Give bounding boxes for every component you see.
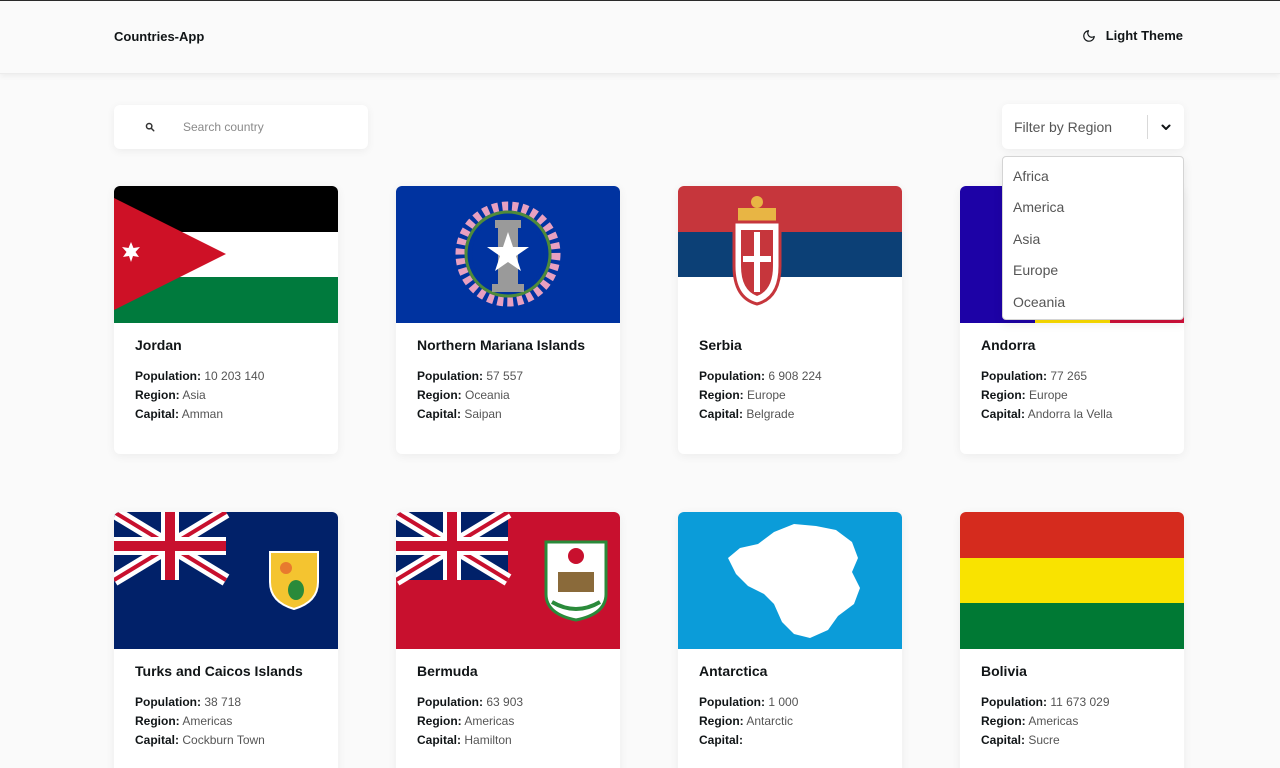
country-population: Population: 10 203 140: [135, 369, 265, 383]
moon-icon: [1082, 29, 1096, 43]
region-option-oceania[interactable]: Oceania: [1003, 292, 1183, 323]
bermuda-flag: [396, 512, 620, 649]
country-region: Region: Europe: [699, 388, 786, 402]
country-name: Northern Mariana Islands: [417, 337, 586, 353]
search-input[interactable]: [183, 120, 353, 134]
country-capital: Capital: Hamilton: [417, 733, 512, 747]
country-card[interactable]: Bermuda Population: 63 903 Region: Ameri…: [396, 512, 620, 768]
country-population: Population: 38 718: [135, 695, 242, 709]
country-region: Region: Americas: [417, 714, 515, 728]
country-population: Population: 63 903: [417, 695, 524, 709]
region-option-africa[interactable]: Africa: [1003, 166, 1183, 197]
country-population: Population: 6 908 224: [699, 369, 822, 383]
country-region: Region: Americas: [135, 714, 233, 728]
country-card[interactable]: Northern Mariana Islands Population: 57 …: [396, 186, 620, 454]
country-card[interactable]: Bolivia Population: 11 673 029 Region: A…: [960, 512, 1184, 768]
country-capital: Capital: Belgrade: [699, 407, 795, 421]
search-icon: [142, 119, 158, 135]
country-card[interactable]: Antarctica Population: 1 000 Region: Ant…: [678, 512, 902, 768]
country-region: Region: Antarctic: [699, 714, 794, 728]
country-capital: Capital: Andorra la Vella: [981, 407, 1113, 421]
app-header: Countries-App Light Theme: [0, 1, 1280, 74]
search-box: [114, 105, 368, 149]
northern-mariana-islands-flag: [396, 186, 620, 323]
country-region: Region: Asia: [135, 388, 206, 402]
country-name: Bolivia: [981, 663, 1027, 679]
country-card[interactable]: Jordan Population: 10 203 140 Region: As…: [114, 186, 338, 454]
region-dropdown-menu: Africa America Asia Europe Oceania: [1002, 156, 1184, 320]
region-option-europe[interactable]: Europe: [1003, 260, 1183, 291]
chevron-down-icon: [1148, 121, 1184, 133]
country-population: Population: 57 557: [417, 369, 524, 383]
country-name: Serbia: [699, 337, 742, 353]
region-filter-select[interactable]: Filter by Region: [1002, 104, 1184, 149]
country-card[interactable]: Serbia Population: 6 908 224 Region: Eur…: [678, 186, 902, 454]
country-name: Jordan: [135, 337, 182, 353]
region-option-asia[interactable]: Asia: [1003, 229, 1183, 260]
country-card[interactable]: Turks and Caicos Islands Population: 38 …: [114, 512, 338, 768]
antarctica-flag: [678, 512, 902, 649]
country-name: Bermuda: [417, 663, 478, 679]
country-region: Region: Oceania: [417, 388, 510, 402]
jordan-flag: [114, 186, 338, 323]
bolivia-flag: [960, 512, 1184, 649]
theme-toggle-label: Light Theme: [1105, 28, 1183, 43]
country-region: Region: Americas: [981, 714, 1079, 728]
country-population: Population: 77 265: [981, 369, 1088, 383]
country-capital: Capital: Amman: [135, 407, 224, 421]
region-filter-label: Filter by Region: [1014, 118, 1113, 135]
app-title[interactable]: Countries-App: [114, 29, 204, 44]
country-capital: Capital:: [699, 733, 744, 747]
country-population: Population: 11 673 029: [981, 695, 1110, 709]
country-population: Population: 1 000: [699, 695, 799, 709]
country-name: Antarctica: [699, 663, 768, 679]
country-name: Turks and Caicos Islands: [135, 663, 303, 679]
serbia-flag: [678, 186, 902, 323]
turks-and-caicos-flag: [114, 512, 338, 649]
country-name: Andorra: [981, 337, 1036, 353]
country-region: Region: Europe: [981, 388, 1068, 402]
theme-toggle-button[interactable]: Light Theme: [1082, 28, 1183, 43]
country-capital: Capital: Sucre: [981, 733, 1060, 747]
country-capital: Capital: Cockburn Town: [135, 733, 265, 747]
region-option-america[interactable]: America: [1003, 197, 1183, 228]
country-capital: Capital: Saipan: [417, 407, 502, 421]
